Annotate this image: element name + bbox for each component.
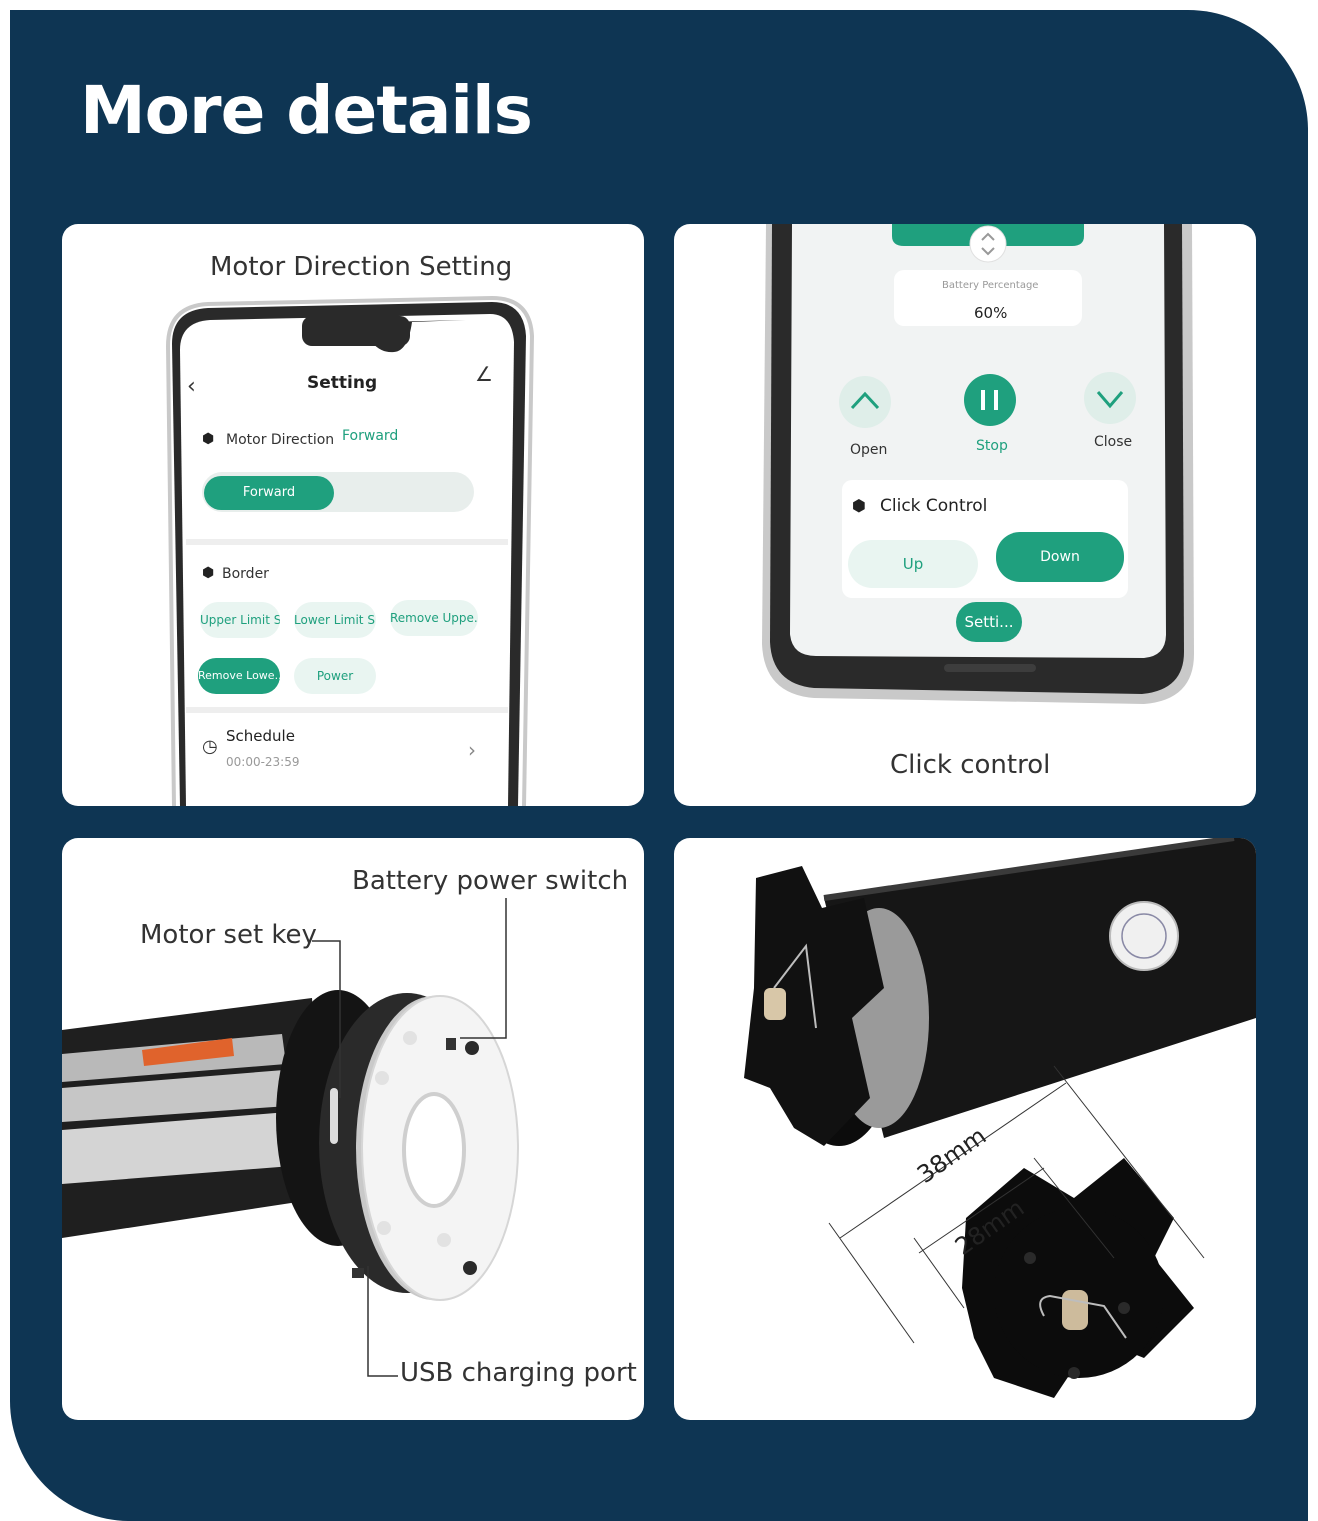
down-button[interactable]: Down	[996, 532, 1124, 582]
panel-caption: Click control	[890, 750, 1051, 780]
border-label: Border	[222, 566, 269, 582]
chevron-right-icon[interactable]: ›	[468, 738, 476, 762]
motor-key-label: Motor set key	[140, 920, 317, 950]
usb-port-label: USB charging port	[400, 1358, 637, 1388]
border-button-remove-upper[interactable]: Remove Uppe...	[390, 600, 478, 636]
chevron-left-icon[interactable]: ‹	[187, 374, 196, 399]
edit-icon[interactable]: ∠	[475, 362, 493, 386]
up-button[interactable]: Up	[848, 540, 978, 588]
border-button-power[interactable]: Power	[294, 658, 376, 694]
gear-icon: ⬢	[202, 565, 215, 581]
border-button-upper[interactable]: Upper Limit S...	[200, 602, 280, 638]
motor-direction-label: Motor Direction	[226, 432, 335, 448]
border-button-remove-lower[interactable]: Remove Lowe...	[198, 658, 280, 694]
clock-icon: ◷	[202, 736, 218, 757]
gear-icon: ⬢	[852, 496, 866, 515]
stop-label[interactable]: Stop	[976, 438, 1008, 454]
page-title: More details	[80, 72, 533, 149]
setting-header: Setting	[307, 373, 378, 393]
battery-value: 60%	[974, 304, 1008, 322]
motor-direction-value: Forward	[342, 428, 399, 444]
border-button-lower[interactable]: Lower Limit S...	[294, 602, 376, 638]
schedule-time: 00:00-23:59	[226, 755, 300, 769]
poster-background: More details Motor Direction Setting ‹ S…	[10, 10, 1308, 1521]
close-label[interactable]: Close	[1094, 434, 1132, 450]
panel-dimensions: 38mm 28mm	[674, 838, 1256, 1420]
battery-label: Battery Percentage	[942, 280, 1039, 291]
settings-button[interactable]: Setti...	[956, 602, 1022, 642]
toggle-forward[interactable]: Forward	[204, 476, 334, 510]
panel-click-control: Battery Percentage 60% Open Stop Close ⬢…	[674, 224, 1256, 806]
phone-illustration	[165, 295, 535, 806]
click-control-label: Click Control	[880, 496, 988, 516]
schedule-label: Schedule	[226, 727, 295, 745]
panel-motor-direction: Motor Direction Setting ‹ Setting ∠ ⬢ Mo…	[62, 224, 644, 806]
open-label[interactable]: Open	[850, 442, 887, 458]
gear-icon: ⬢	[202, 431, 215, 447]
panel-motor-parts: Battery power switch Motor set key USB c…	[62, 838, 644, 1420]
battery-switch-label: Battery power switch	[352, 866, 629, 896]
